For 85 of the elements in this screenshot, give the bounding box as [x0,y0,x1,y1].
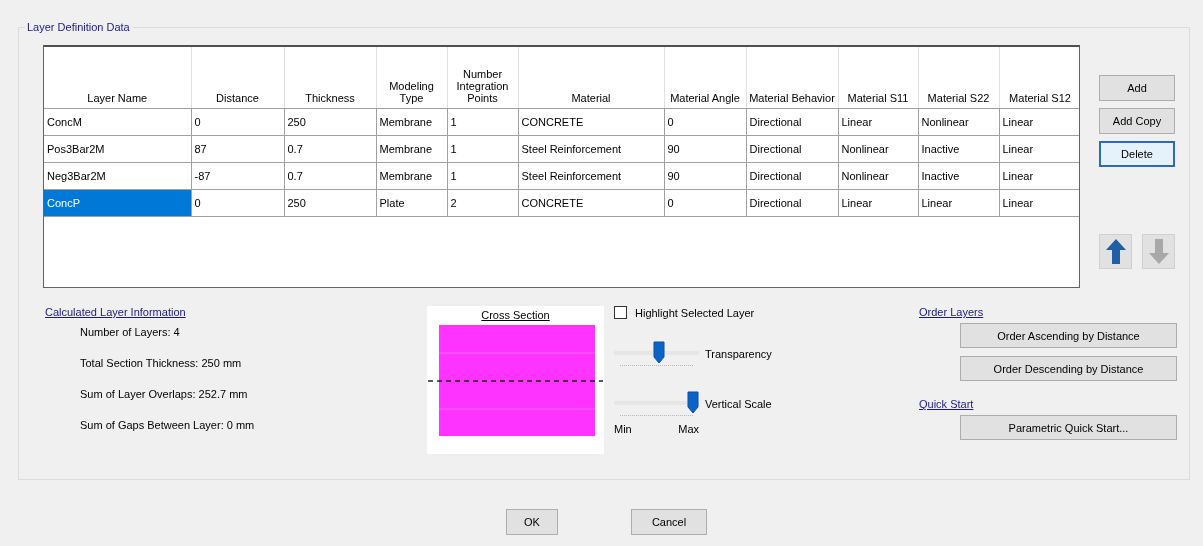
table-cell[interactable]: Linear [999,108,1079,136]
table-cell[interactable]: Steel Reinforcement [518,135,664,163]
cancel-button[interactable]: Cancel [631,509,707,535]
table-cell[interactable]: 0 [191,108,284,136]
panel-title: Cross Section [481,309,550,321]
ok-button[interactable]: OK [506,509,558,535]
table-cell[interactable]: Membrane [376,162,447,190]
info-text: Number of Layers: 4 [80,326,181,338]
table-cell[interactable]: 0.7 [284,135,376,163]
column-header[interactable]: Number Integration Points [447,47,518,109]
table-cell[interactable]: 90 [664,162,746,190]
side-button[interactable]: Delete [1099,141,1175,167]
action-button[interactable]: Parametric Quick Start... [960,415,1177,440]
table-cell[interactable]: Linear [999,162,1079,190]
section-link[interactable]: Order Layers [919,306,984,318]
table-cell[interactable]: Nonlinear [838,135,918,163]
column-header[interactable]: Distance [191,47,284,109]
slider-track[interactable] [614,389,699,419]
table-cell[interactable]: 0.7 [284,162,376,190]
table-cell[interactable]: Membrane [376,135,447,163]
column-header[interactable]: Thickness [284,47,376,109]
table-cell[interactable]: Linear [838,189,918,217]
table-cell[interactable]: Directional [746,189,838,217]
table-cell[interactable]: CONCRETE [518,108,664,136]
table-cell[interactable]: 1 [447,108,518,136]
group-title: Layer Definition Data [26,21,131,33]
up-arrow-icon [1104,238,1127,265]
info-text: Sum of Gaps Between Layer: 0 mm [80,419,256,431]
slider-track[interactable] [614,339,699,369]
table-cell[interactable]: Inactive [918,162,999,190]
table-cell[interactable]: 250 [284,108,376,136]
table-cell[interactable]: Linear [918,189,999,217]
table-cell[interactable]: 2 [447,189,518,217]
table-cell[interactable]: Nonlinear [918,108,999,136]
column-header[interactable]: Material S12 [999,47,1079,109]
table-cell[interactable]: Linear [838,108,918,136]
table-cell[interactable]: 250 [284,189,376,217]
table-cell[interactable]: Directional [746,135,838,163]
table-cell[interactable]: Inactive [918,135,999,163]
column-header[interactable]: Material Behavior [746,47,838,109]
table-cell[interactable]: -87 [191,162,284,190]
table-cell[interactable]: Membrane [376,108,447,136]
table-cell[interactable]: 87 [191,135,284,163]
column-header[interactable]: Modeling Type [376,47,447,109]
column-header[interactable]: Material [518,47,664,109]
slider-label: Vertical Scale [705,398,772,410]
table-cell[interactable]: Plate [376,189,447,217]
slider-label: Transparency [705,348,772,360]
table-cell[interactable]: ConcM [44,108,191,136]
table-cell[interactable]: ConcP [44,189,191,217]
table-cell[interactable]: Steel Reinforcement [518,162,664,190]
column-header[interactable]: Layer Name [44,47,191,109]
column-header[interactable]: Material Angle [664,47,746,109]
table-cell[interactable]: CONCRETE [518,189,664,217]
section-link[interactable]: Calculated Layer Information [45,306,186,318]
scale-label: Max [678,423,699,435]
table-cell[interactable]: Nonlinear [838,162,918,190]
table-cell[interactable]: Directional [746,162,838,190]
table-cell[interactable]: Linear [999,135,1079,163]
section-link[interactable]: Quick Start [919,398,974,410]
move-up-button[interactable] [1099,234,1132,269]
table-cell[interactable]: Directional [746,108,838,136]
slider-thumb[interactable] [652,341,665,364]
table-cell[interactable]: Neg3Bar2M [44,162,191,190]
checkbox-label: Highlight Selected Layer [635,306,755,319]
table-cell[interactable]: Pos3Bar2M [44,135,191,163]
info-text: Total Section Thickness: 250 mm [80,357,243,369]
action-button[interactable]: Order Descending by Distance [960,356,1177,381]
column-header[interactable]: Material S11 [838,47,918,109]
scale-label: Min [614,423,632,435]
column-header[interactable]: Material S22 [918,47,999,109]
action-button[interactable]: Order Ascending by Distance [960,323,1177,348]
slider-thumb[interactable] [687,391,699,414]
table-cell[interactable]: 1 [447,135,518,163]
table-cell[interactable]: 0 [664,189,746,217]
side-button[interactable]: Add [1099,75,1175,101]
down-arrow-icon [1147,238,1170,265]
table-cell[interactable]: Linear [999,189,1079,217]
table-cell[interactable]: 0 [664,108,746,136]
checkbox[interactable] [614,306,627,319]
table-cell[interactable]: 90 [664,135,746,163]
table-cell[interactable]: 1 [447,162,518,190]
table-cell[interactable]: 0 [191,189,284,217]
side-button[interactable]: Add Copy [1099,108,1175,134]
info-text: Sum of Layer Overlaps: 252.7 mm [80,388,249,400]
